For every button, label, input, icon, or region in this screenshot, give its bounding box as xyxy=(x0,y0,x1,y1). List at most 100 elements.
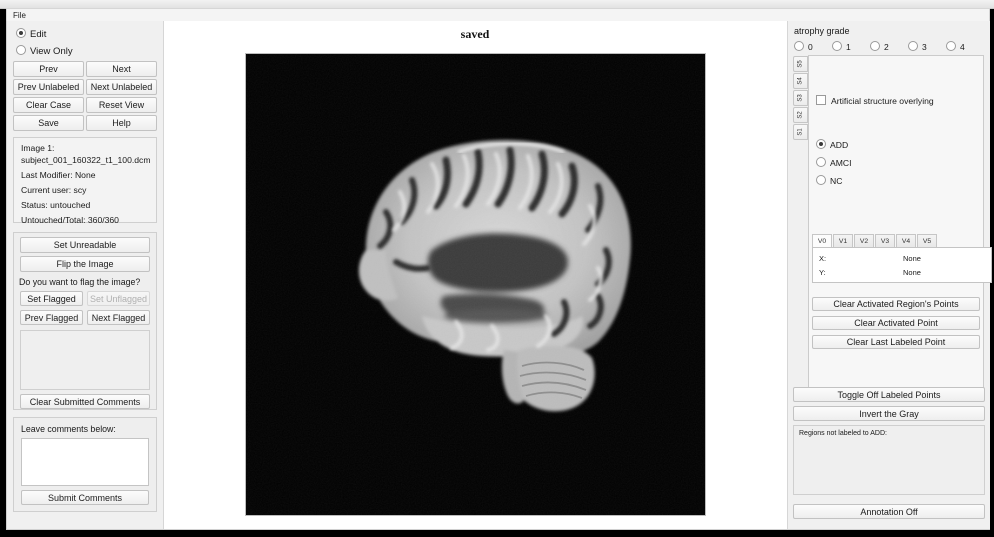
atrophy-label-4: 4 xyxy=(960,42,965,52)
diagnosis-label-amci: AMCI xyxy=(830,158,852,168)
atrophy-radio-2[interactable]: 2 xyxy=(870,41,889,52)
slice-tab-label-s1: S1 xyxy=(797,128,804,136)
artificial-structure-checkbox[interactable]: Artificial structure overlying xyxy=(816,95,934,106)
mri-image-canvas[interactable] xyxy=(245,53,706,516)
radio-indicator-atrophy-4 xyxy=(946,41,956,51)
slice-tab-s1[interactable]: S1 xyxy=(793,124,808,140)
coord-y-label: Y: xyxy=(819,268,826,277)
set-unreadable-button[interactable]: Set Unreadable xyxy=(20,237,150,253)
coord-y-value: None xyxy=(903,268,921,277)
view-tab-v4[interactable]: V4 xyxy=(896,234,916,247)
atrophy-radio-0[interactable]: 0 xyxy=(794,41,813,52)
slice-tab-label-s3: S3 xyxy=(797,94,804,102)
comments-input[interactable] xyxy=(21,438,149,486)
mode-radio-view-only[interactable]: View Only xyxy=(16,45,73,57)
radio-indicator-atrophy-2 xyxy=(870,41,880,51)
clear-case-button[interactable]: Clear Case xyxy=(13,97,84,113)
save-button[interactable]: Save xyxy=(13,115,84,131)
radio-indicator-amci xyxy=(816,157,826,167)
info-untouched-total: Untouched/Total: 360/360 xyxy=(21,215,119,225)
diagnosis-radio-amci[interactable]: AMCI xyxy=(816,157,851,168)
view-tab-v0[interactable]: V0 xyxy=(812,234,832,247)
next-flagged-button[interactable]: Next Flagged xyxy=(87,310,150,325)
slice-tab-s2[interactable]: S2 xyxy=(793,107,808,123)
info-image-label: Image 1: xyxy=(21,143,55,153)
labeling-panel xyxy=(808,55,984,401)
slice-tab-strip: S5 S4 S3 S2 S1 xyxy=(793,56,808,141)
diagnosis-radio-nc[interactable]: NC xyxy=(816,175,842,186)
radio-indicator-nc xyxy=(816,175,826,185)
info-current-user: Current user: scy xyxy=(21,185,87,195)
info-status: Status: untouched xyxy=(21,200,91,210)
annotation-toggle-button[interactable]: Annotation Off xyxy=(793,504,985,519)
main-window: Edit View Only Prev Next Prev Unlabeled … xyxy=(6,21,992,530)
regions-not-labeled-label: Regions not labeled to ADD: xyxy=(799,430,887,437)
submitted-comments-display xyxy=(20,330,150,390)
set-flagged-button[interactable]: Set Flagged xyxy=(20,291,83,306)
info-last-modifier: Last Modifier: None xyxy=(21,170,96,180)
radio-indicator-atrophy-3 xyxy=(908,41,918,51)
mode-radio-edit[interactable]: Edit xyxy=(16,28,46,40)
status-header: saved xyxy=(460,27,490,41)
artificial-structure-label: Artificial structure overlying xyxy=(831,96,934,106)
slice-tab-s3[interactable]: S3 xyxy=(793,90,808,106)
prev-unlabeled-button[interactable]: Prev Unlabeled xyxy=(13,79,84,95)
prev-flagged-button[interactable]: Prev Flagged xyxy=(20,310,83,325)
diagnosis-label-nc: NC xyxy=(830,176,843,186)
checkbox-indicator-artificial-structure xyxy=(816,95,826,105)
atrophy-label-0: 0 xyxy=(808,42,813,52)
invert-gray-button[interactable]: Invert the Gray xyxy=(793,406,985,421)
comments-label: Leave comments below: xyxy=(21,424,116,434)
radio-indicator-edit xyxy=(16,28,26,38)
view-tab-v2[interactable]: V2 xyxy=(854,234,874,247)
prev-button[interactable]: Prev xyxy=(13,61,84,77)
slice-tab-label-s5: S5 xyxy=(797,60,804,68)
flip-image-button[interactable]: Flip the Image xyxy=(20,256,150,272)
slice-tab-s5[interactable]: S5 xyxy=(793,56,808,72)
diagnosis-radio-add[interactable]: ADD xyxy=(816,139,848,150)
set-unflagged-button[interactable]: Set Unflagged xyxy=(87,291,150,306)
atrophy-label-1: 1 xyxy=(846,42,851,52)
atrophy-radio-3[interactable]: 3 xyxy=(908,41,927,52)
toggle-labeled-points-button[interactable]: Toggle Off Labeled Points xyxy=(793,387,985,402)
coord-x-label: X: xyxy=(819,254,827,263)
radio-indicator-add xyxy=(816,139,826,149)
view-tab-v1[interactable]: V1 xyxy=(833,234,853,247)
mri-slice-render xyxy=(246,54,705,515)
next-unlabeled-button[interactable]: Next Unlabeled xyxy=(86,79,157,95)
atrophy-grade-label: atrophy grade xyxy=(794,26,850,36)
menu-bar: File xyxy=(6,8,990,22)
radio-indicator-atrophy-1 xyxy=(832,41,842,51)
view-tab-v5[interactable]: V5 xyxy=(917,234,937,247)
left-control-panel: Edit View Only Prev Next Prev Unlabeled … xyxy=(7,21,164,529)
help-button[interactable]: Help xyxy=(86,115,157,131)
slice-tab-s4[interactable]: S4 xyxy=(793,73,808,89)
clear-activated-regions-points-button[interactable]: Clear Activated Region's Points xyxy=(812,297,980,311)
clear-submitted-comments-button[interactable]: Clear Submitted Comments xyxy=(20,394,150,409)
info-filename: subject_001_160322_t1_100.dcm xyxy=(21,155,151,165)
clear-activated-point-button[interactable]: Clear Activated Point xyxy=(812,316,980,330)
atrophy-radio-4[interactable]: 4 xyxy=(946,41,965,52)
menu-file[interactable]: File xyxy=(13,10,26,21)
atrophy-radio-1[interactable]: 1 xyxy=(832,41,851,52)
mode-label-view-only: View Only xyxy=(30,46,73,57)
atrophy-label-3: 3 xyxy=(922,42,927,52)
atrophy-label-2: 2 xyxy=(884,42,889,52)
radio-indicator-atrophy-0 xyxy=(794,41,804,51)
radio-indicator-view-only xyxy=(16,45,26,55)
diagnosis-label-add: ADD xyxy=(830,140,849,150)
coord-x-value: None xyxy=(903,254,921,263)
regions-not-labeled-box: Regions not labeled to ADD: xyxy=(793,425,985,495)
next-button[interactable]: Next xyxy=(86,61,157,77)
flag-prompt-label: Do you want to flag the image? xyxy=(19,277,141,287)
submit-comments-button[interactable]: Submit Comments xyxy=(21,490,149,505)
reset-view-button[interactable]: Reset View xyxy=(86,97,157,113)
image-viewer-panel: saved xyxy=(164,21,786,529)
right-control-panel: atrophy grade 0 1 2 3 4 S5 S4 S3 S2 S1 A… xyxy=(787,21,992,529)
view-tab-strip: V0 V1 V2 V3 V4 V5 xyxy=(812,234,992,247)
view-tab-v3[interactable]: V3 xyxy=(875,234,895,247)
slice-tab-label-s4: S4 xyxy=(797,77,804,85)
clear-last-labeled-point-button[interactable]: Clear Last Labeled Point xyxy=(812,335,980,349)
image-info-box: Image 1: subject_001_160322_t1_100.dcm L… xyxy=(13,137,157,225)
mode-label-edit: Edit xyxy=(30,29,47,40)
